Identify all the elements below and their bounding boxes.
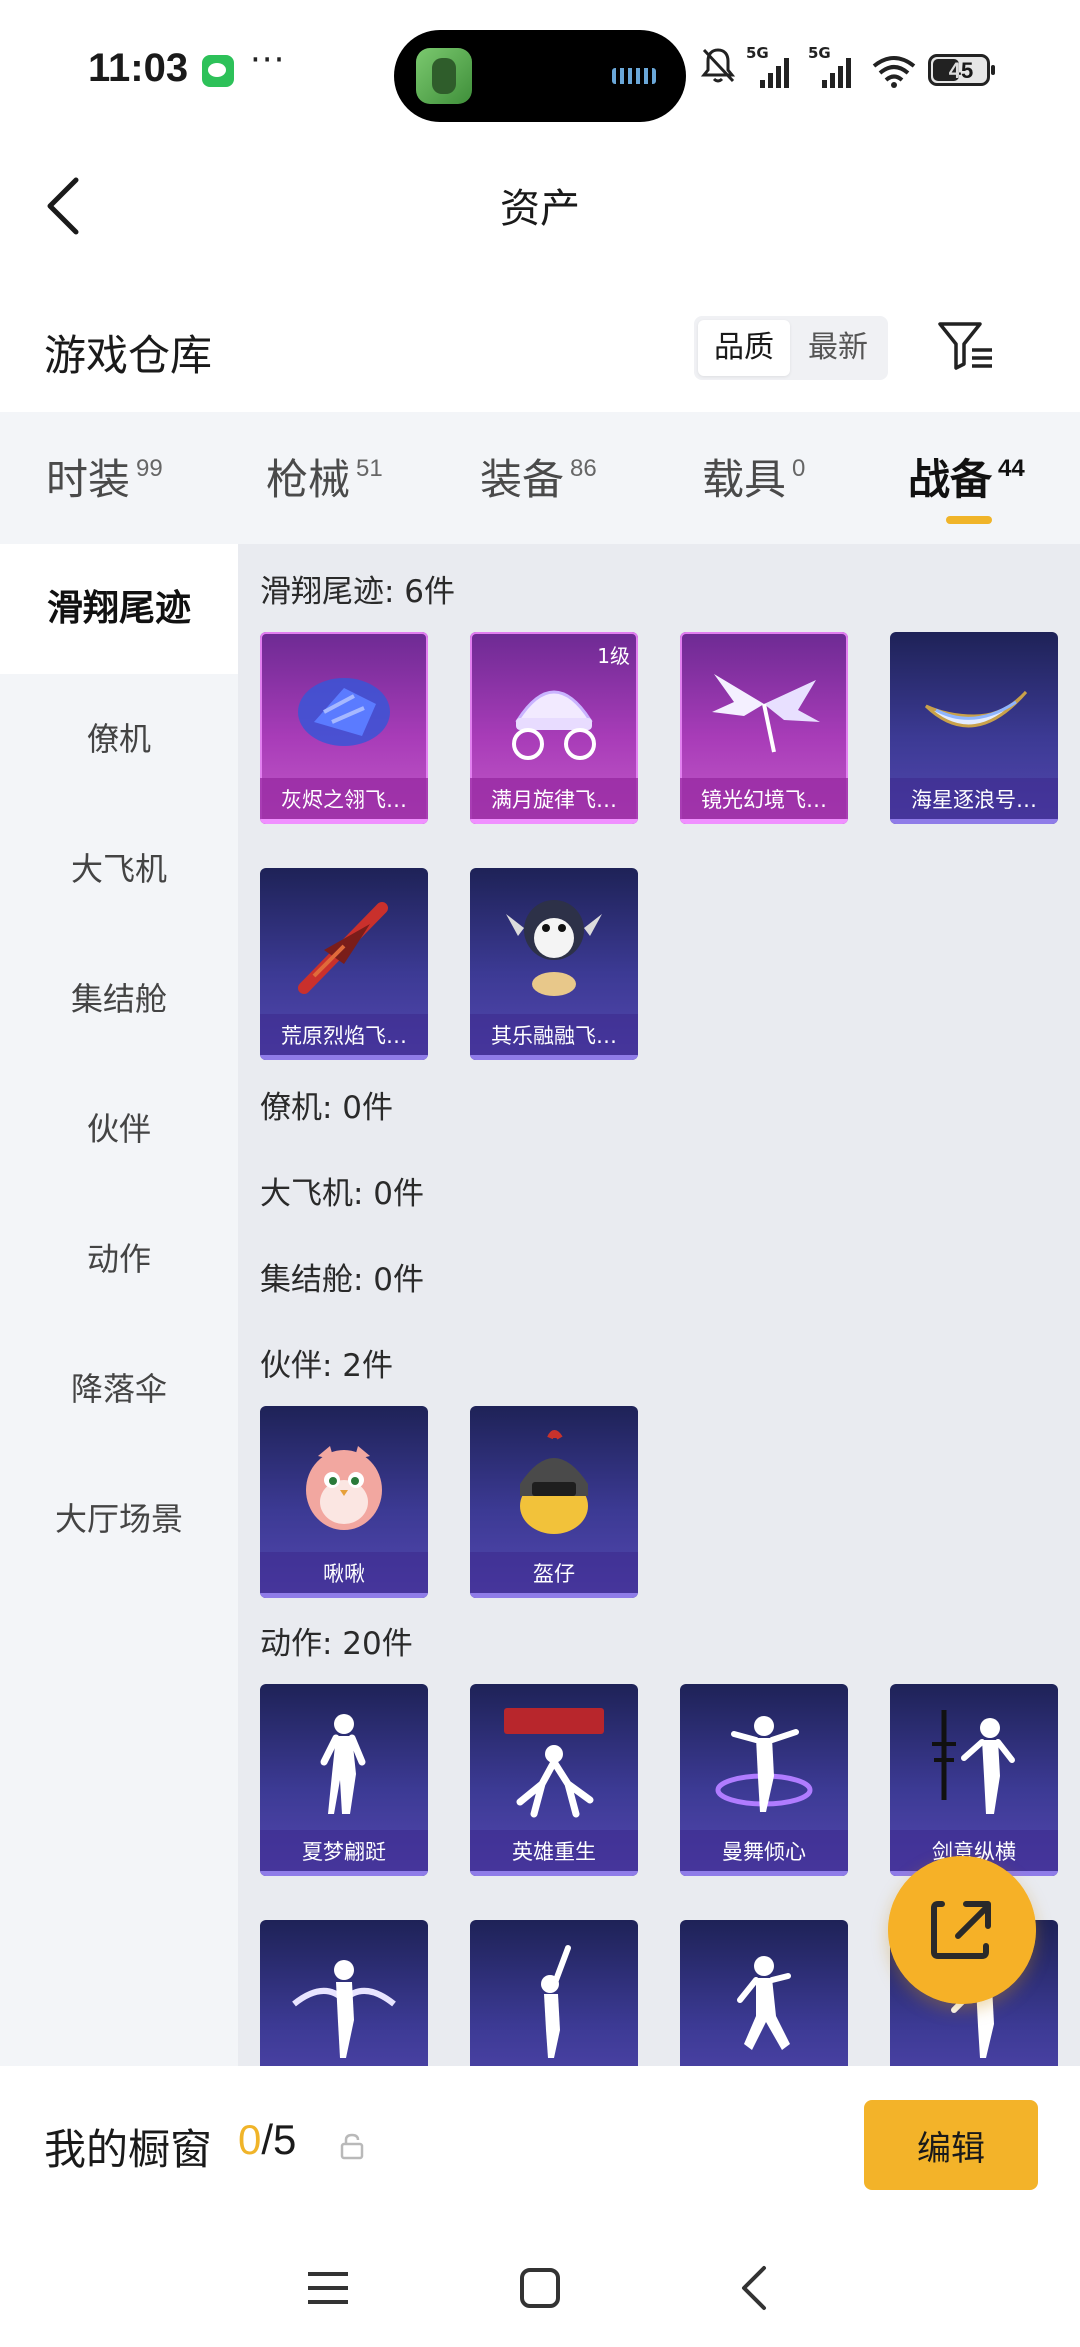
item-list[interactable]: 滑翔尾迹: 6件 灰烬之翎飞… 1级 满月旋律飞… 镜光幻境飞… 海星逐浪号… … — [238, 544, 1080, 2066]
hero-pose-icon — [504, 1708, 604, 1818]
menu-icon[interactable] — [288, 2248, 368, 2328]
section-title: 僚机: 0件 — [260, 1090, 394, 1126]
signal-icon: 5G — [746, 44, 789, 88]
item-card[interactable]: 荒原烈焰飞… — [260, 868, 428, 1060]
audio-wave-icon — [612, 68, 656, 84]
sidebar-item-emote[interactable]: 动作 — [0, 1194, 238, 1324]
share-button[interactable] — [888, 1856, 1036, 2004]
item-card[interactable]: 海星逐浪号… — [890, 632, 1058, 824]
status-time: 11:03 — [88, 46, 189, 90]
sidebar: 滑翔尾迹 僚机 大飞机 集结舱 伙伴 动作 降落伞 大厅场景 — [0, 544, 238, 2066]
warehouse-title: 游戏仓库 — [44, 331, 213, 380]
gauntlet-icon — [298, 678, 390, 746]
sidebar-item-lobby-scene[interactable]: 大厅场景 — [0, 1454, 238, 1584]
tab-vehicles[interactable]: 载具 0 — [702, 446, 805, 507]
item-name: 英雄重生 — [470, 1830, 638, 1876]
more-notifications-icon: ··· — [250, 40, 286, 80]
item-name: 其乐融融飞… — [470, 1014, 638, 1060]
dynamic-island[interactable] — [394, 30, 686, 122]
showcase-count: 0/5 — [238, 2116, 297, 2163]
dancer-icon — [737, 1956, 791, 2050]
item-card[interactable]: 曼舞倾心 — [680, 1684, 848, 1876]
wechat-icon — [202, 55, 234, 87]
active-tab-indicator — [946, 516, 992, 524]
status-icons: 5G 5G 45 — [700, 44, 1000, 90]
sidebar-item-assembly-pod[interactable]: 集结舱 — [0, 934, 238, 1064]
item-name: 盔仔 — [470, 1552, 638, 1598]
sidebar-item-companion[interactable]: 伙伴 — [0, 1064, 238, 1194]
sidebar-item-big-plane[interactable]: 大飞机 — [0, 804, 238, 934]
section-title: 滑翔尾迹: 6件 — [260, 574, 456, 610]
edit-button[interactable]: 编辑 — [864, 2100, 1038, 2190]
item-name: 荒原烈焰飞… — [260, 1014, 428, 1060]
wifi-icon — [872, 56, 916, 88]
wings-icon — [712, 674, 820, 753]
carriage-icon — [512, 690, 596, 760]
item-name: 啾啾 — [260, 1552, 428, 1598]
sidebar-item-wingman[interactable]: 僚机 — [0, 674, 238, 804]
tab-firearms[interactable]: 枪械 51 — [266, 446, 383, 507]
signal-icon: 5G — [808, 44, 851, 88]
sword-pose-icon — [932, 1710, 1015, 1814]
flame-glider-icon — [298, 902, 388, 994]
penguin-balloon-icon — [506, 900, 602, 996]
status-bar: 11:03 ··· 5G 5G 45 — [0, 0, 1080, 140]
dancer-icon — [292, 1960, 396, 2058]
boat-icon — [924, 690, 1028, 728]
tab-combat-gear[interactable]: 战备 44 — [908, 446, 1025, 507]
item-card[interactable]: 啾啾 — [260, 1406, 428, 1598]
item-name: 镜光幻境飞… — [680, 778, 848, 824]
item-card[interactable]: 夏梦翩跹 — [260, 1684, 428, 1876]
sort-option-latest[interactable]: 最新 — [792, 320, 884, 376]
tab-fashion[interactable]: 时装 99 — [46, 446, 163, 507]
item-card[interactable]: 盔仔 — [470, 1406, 638, 1598]
game-app-icon — [416, 48, 472, 104]
dance-swirl-icon — [715, 1716, 813, 1812]
dancer-icon — [541, 1945, 571, 2058]
sidebar-item-glide-trail[interactable]: 滑翔尾迹 — [0, 544, 238, 674]
item-name: 曼舞倾心 — [680, 1830, 848, 1876]
tab-equipment[interactable]: 装备 86 — [480, 446, 597, 507]
battery-icon: 45 — [928, 54, 995, 86]
section-title: 集结舱: 0件 — [260, 1262, 425, 1298]
battery-level: 45 — [948, 58, 974, 83]
sort-toggle: 品质 最新 — [694, 316, 888, 380]
filter-icon[interactable] — [936, 316, 996, 376]
page-title: 资产 — [500, 186, 580, 232]
item-name: 海星逐浪号… — [890, 778, 1058, 824]
home-icon[interactable] — [500, 2248, 580, 2328]
category-tabs: 时装 99 枪械 51 装备 86 载具 0 战备 44 — [0, 412, 1080, 544]
section-title: 动作: 20件 — [260, 1626, 413, 1662]
item-card[interactable]: 剑意纵横 — [890, 1684, 1058, 1876]
lock-icon — [340, 2133, 364, 2160]
item-card[interactable]: 镜光幻境飞… — [680, 632, 848, 824]
item-card[interactable]: 灰烬之翎飞… — [260, 632, 428, 824]
back-nav-icon[interactable] — [716, 2248, 796, 2328]
helmet-chick-icon — [520, 1430, 588, 1534]
section-title: 大飞机: 0件 — [260, 1176, 425, 1212]
sort-option-quality[interactable]: 品质 — [698, 320, 790, 376]
system-nav-bar — [0, 2226, 1080, 2347]
item-card[interactable]: 1级 满月旋律飞… — [470, 632, 638, 824]
item-card[interactable]: 其乐融融飞… — [470, 868, 638, 1060]
item-name: 灰烬之翎飞… — [260, 778, 428, 824]
dancer-icon — [320, 1714, 366, 1814]
item-name: 满月旋律飞… — [470, 778, 638, 824]
mute-icon — [700, 48, 736, 83]
sidebar-item-parachute[interactable]: 降落伞 — [0, 1324, 238, 1454]
item-card[interactable] — [260, 1920, 428, 2066]
item-card[interactable] — [680, 1920, 848, 2066]
item-card[interactable] — [470, 1920, 638, 2066]
pink-bird-icon — [306, 1446, 382, 1530]
showcase-bar: 我的橱窗 0/5 编辑 — [0, 2066, 1080, 2226]
title-bar: 资产 — [0, 140, 1080, 270]
item-name: 夏梦翩跹 — [260, 1830, 428, 1876]
section-title: 伙伴: 2件 — [260, 1348, 394, 1384]
item-card[interactable]: 英雄重生 — [470, 1684, 638, 1876]
showcase-label: 我的橱窗 — [44, 2125, 213, 2174]
